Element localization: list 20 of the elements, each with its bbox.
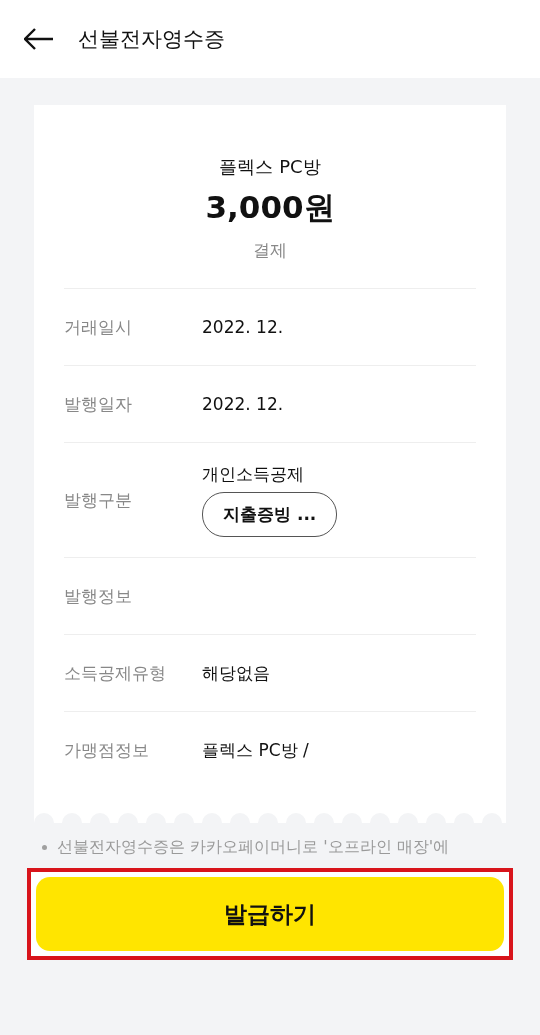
field-value: 개인소득공제 xyxy=(202,463,305,486)
amount: 3,000원 xyxy=(205,188,335,227)
field-value: 해당없음 xyxy=(202,661,270,685)
field-label: 발행일자 xyxy=(64,392,133,416)
field-label: 발행구분 xyxy=(64,488,133,512)
field-value: 2022. 12. xyxy=(202,317,284,337)
field-label: 거래일시 xyxy=(64,315,133,339)
field-value: 2022. 12. xyxy=(202,394,284,414)
bullet-icon xyxy=(42,845,47,850)
receipt-type-button[interactable]: 지출증빙 ... xyxy=(202,492,338,537)
notice-text: 선불전자영수증은 카카오페이머니로 '오프라인 매장'에 xyxy=(57,837,450,858)
page-title: 선불전자영수증 xyxy=(78,26,225,53)
field-label: 소득공제유형 xyxy=(64,661,167,685)
field-label: 가맹점정보 xyxy=(64,739,150,762)
back-icon[interactable] xyxy=(24,28,54,50)
field-value: 플렉스 PC방 / xyxy=(202,739,309,762)
field-label: 발행정보 xyxy=(64,584,133,608)
store-name: 플렉스 PC방 xyxy=(219,155,321,179)
payment-status: 결제 xyxy=(253,239,287,262)
issue-button[interactable]: 발급하기 xyxy=(36,877,504,951)
